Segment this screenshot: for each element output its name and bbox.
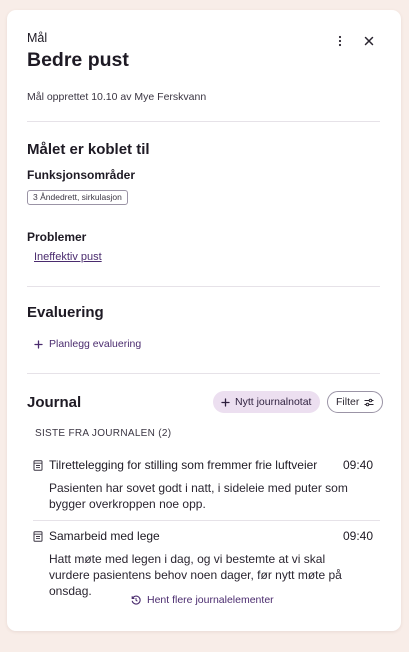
problem-link[interactable]: Ineffektiv pust (34, 251, 102, 263)
note-document-icon (33, 531, 43, 542)
linked-section-heading: Målet er koblet til (27, 141, 150, 158)
divider (27, 121, 380, 122)
new-journal-note-label: Nytt journalnotat (235, 396, 312, 408)
journal-entry-time: 09:40 (343, 529, 374, 543)
recent-journal-label: SISTE FRA JOURNALEN (2) (35, 428, 172, 439)
filter-sliders-icon (364, 398, 374, 406)
divider (27, 373, 380, 374)
goal-detail-panel: Mål Bedre pust Mål opprettet 10.10 av My… (7, 10, 401, 631)
journal-entry-body: Pasienten har sovet godt i natt, i sidel… (49, 481, 348, 511)
more-vertical-icon (338, 35, 342, 47)
panel-eyebrow: Mål (27, 31, 48, 45)
close-icon (364, 36, 374, 46)
journal-entry-title: Tilrettelegging for stilling som fremmer… (49, 458, 318, 472)
filter-button[interactable]: Filter (327, 391, 384, 413)
new-journal-note-button[interactable]: Nytt journalnotat (213, 391, 321, 413)
plus-icon (34, 339, 43, 349)
journal-entry-time: 09:40 (343, 458, 374, 472)
page-title: Bedre pust (27, 49, 129, 71)
goal-created-meta: Mål opprettet 10.10 av Mye Ferskvann (27, 91, 207, 103)
functional-area-tag: 3 Åndedrett, sirkulasjon (27, 190, 128, 205)
filter-label: Filter (336, 396, 360, 408)
functional-areas-label: Funksjonsområder (27, 168, 136, 182)
plan-evaluation-label: Planlegg evaluering (49, 338, 142, 350)
note-document-icon (33, 460, 43, 471)
load-more-journal-label: Hent flere journalelementer (147, 594, 274, 606)
journal-entry-title: Samarbeid med lege (49, 529, 160, 543)
journal-heading: Journal (27, 394, 82, 411)
load-more-journal-button[interactable]: Hent flere journalelementer (131, 594, 274, 606)
problems-label: Problemer (27, 230, 87, 244)
divider (27, 286, 380, 287)
plan-evaluation-button[interactable]: Planlegg evaluering (34, 338, 141, 350)
more-options-button[interactable] (330, 31, 350, 51)
divider (33, 520, 380, 521)
evaluation-heading: Evaluering (27, 304, 104, 321)
plus-icon (221, 397, 230, 407)
close-button[interactable] (359, 31, 379, 51)
history-icon (131, 595, 141, 605)
journal-entry-body: Hatt møte med legen i dag, og vi bestemt… (49, 552, 342, 598)
